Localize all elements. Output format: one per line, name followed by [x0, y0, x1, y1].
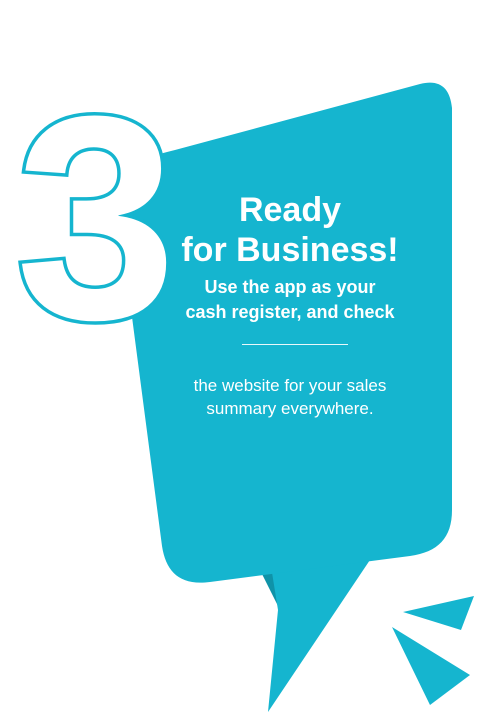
body-text-line-2: summary everywhere.	[206, 399, 374, 418]
subheadline-line-1: Use the app as your	[204, 277, 376, 297]
body-text-line-1: the website for your sales	[193, 376, 387, 395]
headline-ready: Ready	[238, 191, 342, 229]
bubble-illustration: 3	[12, 53, 474, 712]
divider-line	[242, 344, 348, 345]
subheadline-line-2: cash register, and check	[185, 302, 395, 322]
spark-accent-icon	[392, 627, 470, 705]
onboarding-card: 3 Ready for Business! Use the app as you…	[0, 0, 492, 725]
headline-for-business: for Business!	[181, 231, 399, 269]
spark-accent-icon	[403, 596, 474, 630]
